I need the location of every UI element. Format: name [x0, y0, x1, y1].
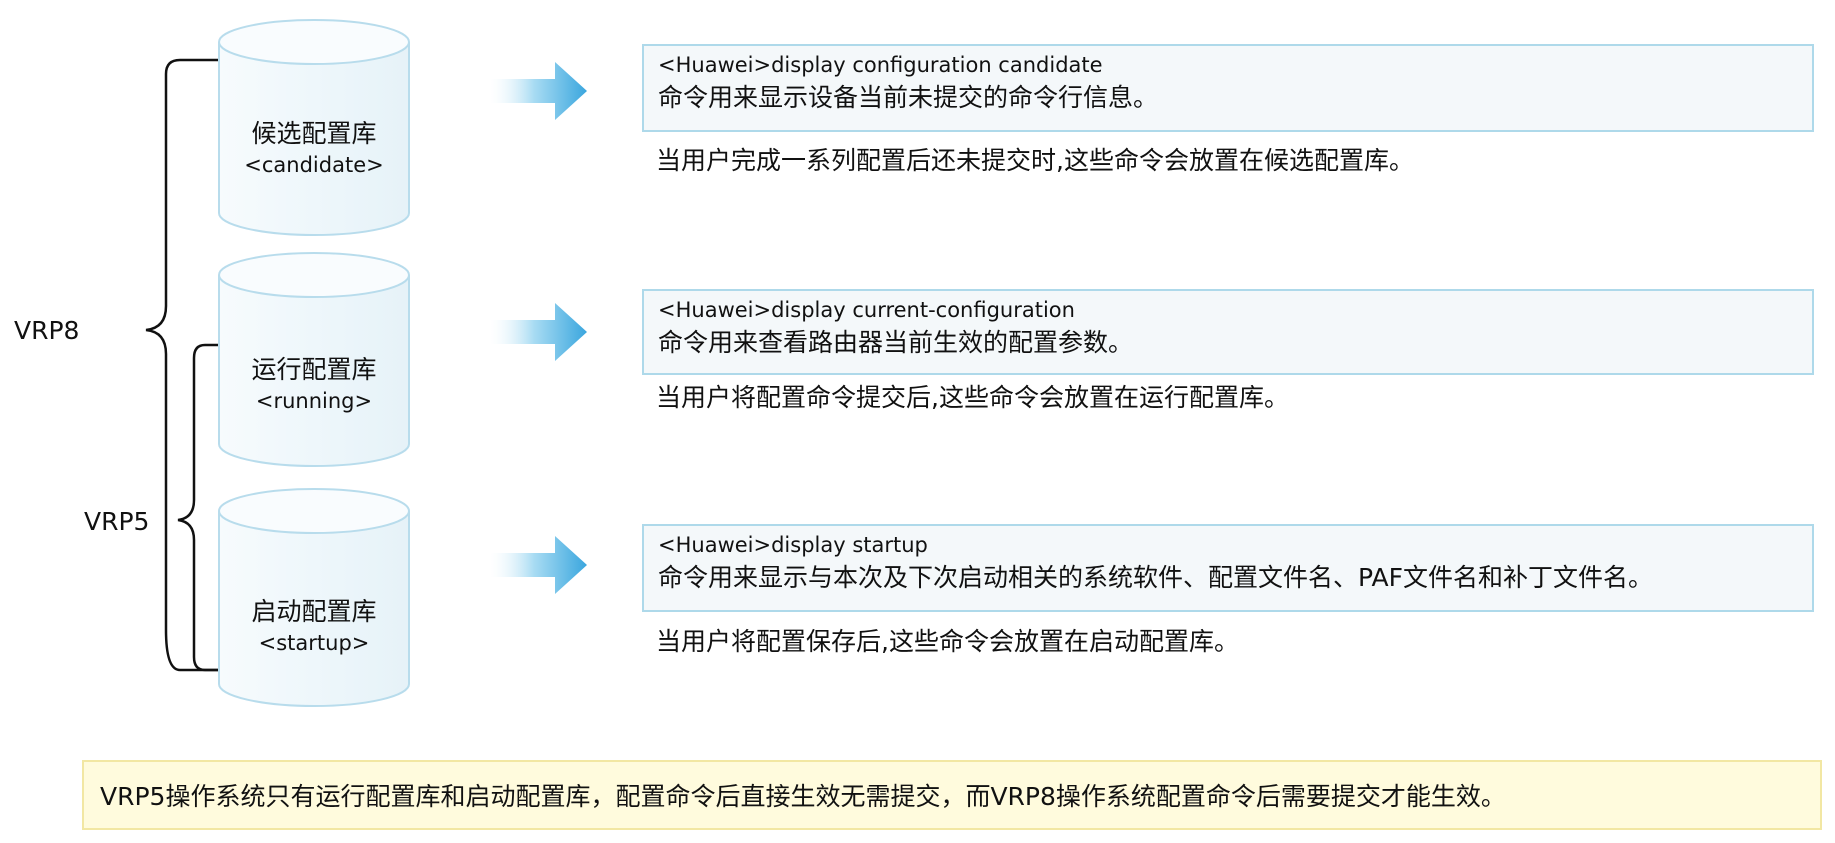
vrp8-brace [145, 58, 218, 672]
arrow-startup [490, 536, 587, 594]
running-command: <Huawei>display current-configuration [658, 298, 1075, 322]
running-db-title: 运行配置库 [251, 355, 377, 384]
running-db-subtitle: <running> [255, 389, 373, 413]
candidate-command-box: <Huawei>display configuration candidate … [642, 44, 1814, 132]
startup-command-description: 命令用来显示与本次及下次启动相关的系统软件、配置文件名、PAF文件名和补丁文件名… [658, 563, 1653, 592]
running-command-box: <Huawei>display current-configuration 命令… [642, 289, 1814, 375]
arrow-candidate [490, 62, 587, 120]
candidate-command-description: 命令用来显示设备当前未提交的命令行信息。 [658, 83, 1159, 112]
startup-note: 当用户将配置保存后,这些命令会放置在启动配置库。 [656, 627, 1239, 656]
candidate-db-subtitle: <candidate> [244, 153, 384, 177]
candidate-db-title: 候选配置库 [251, 119, 377, 148]
candidate-command: <Huawei>display configuration candidate [658, 53, 1103, 77]
startup-db-title: 启动配置库 [251, 597, 377, 626]
vrp5-label: VRP5 [84, 507, 150, 536]
startup-db-subtitle: <startup> [258, 631, 370, 655]
arrow-running [490, 303, 587, 361]
footer-note-text: VRP5操作系统只有运行配置库和启动配置库，配置命令后直接生效无需提交，而VRP… [100, 782, 1506, 811]
startup-command-box: <Huawei>display startup 命令用来显示与本次及下次启动相关… [642, 524, 1814, 612]
candidate-note: 当用户完成一系列配置后还未提交时,这些命令会放置在候选配置库。 [656, 146, 1414, 175]
running-note: 当用户将配置命令提交后,这些命令会放置在运行配置库。 [656, 383, 1289, 412]
startup-command: <Huawei>display startup [658, 533, 928, 557]
footer-note: VRP5操作系统只有运行配置库和启动配置库，配置命令后直接生效无需提交，而VRP… [82, 760, 1822, 830]
vrp8-label: VRP8 [14, 316, 80, 345]
vrp5-brace [177, 343, 218, 672]
running-command-description: 命令用来查看路由器当前生效的配置参数。 [658, 328, 1134, 357]
